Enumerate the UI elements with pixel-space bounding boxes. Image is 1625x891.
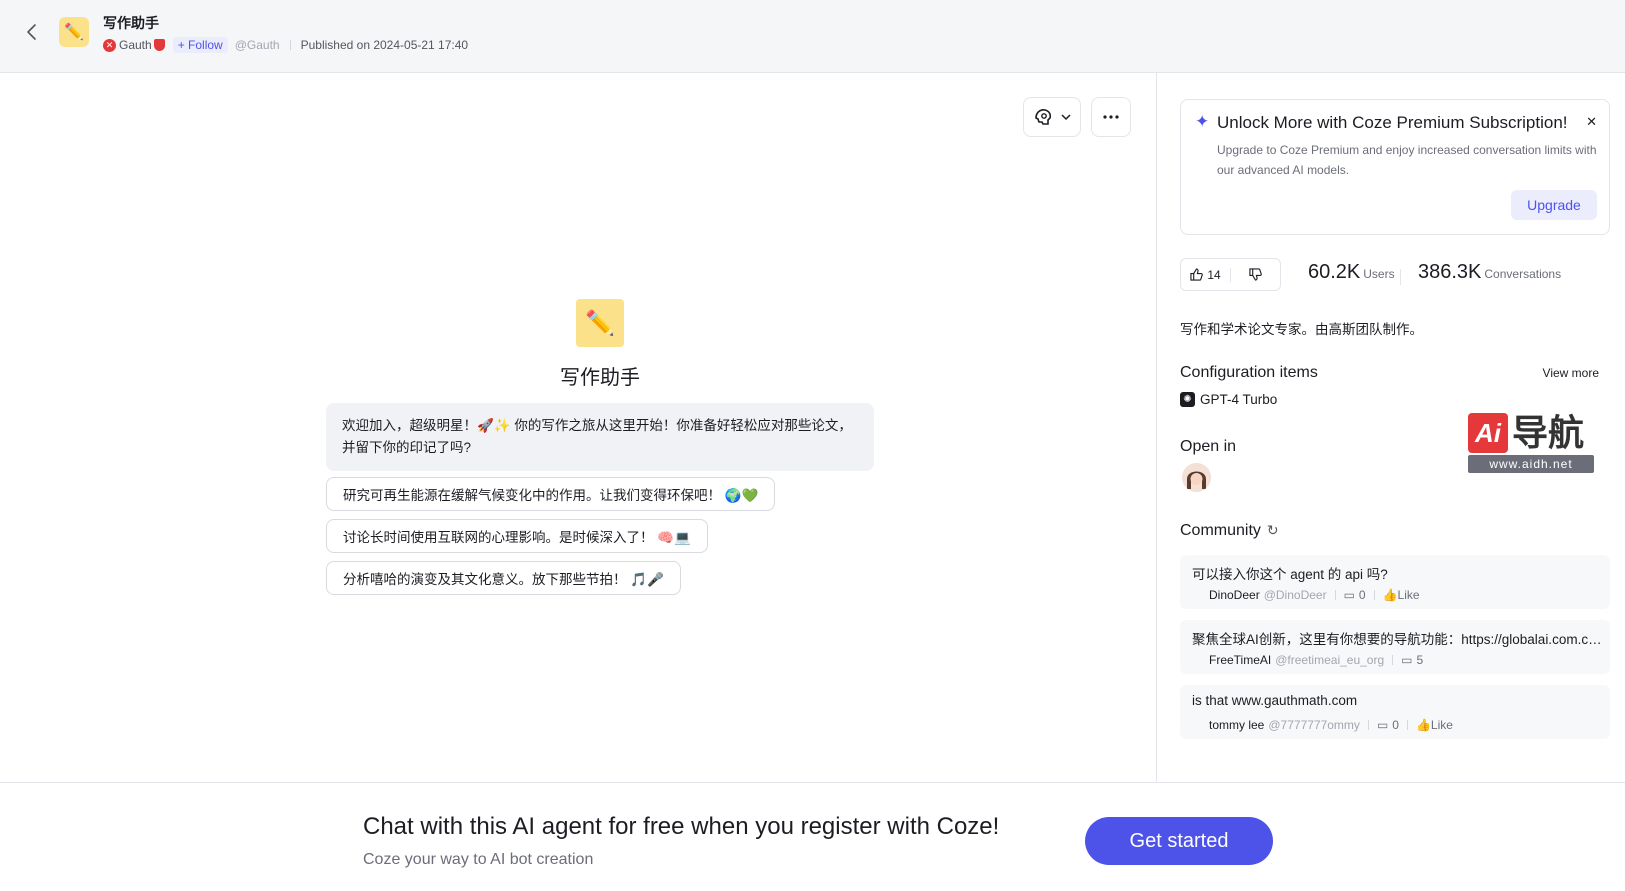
thumbs-down-icon [1249,268,1262,281]
upgrade-button[interactable]: Upgrade [1511,190,1597,220]
comment-icon: ▭ [1343,588,1355,602]
more-dots-icon [1103,115,1119,119]
post-text: 可以接入你这个 agent 的 api 吗? [1192,567,1388,582]
author-avatar-icon: ✕ [103,38,116,52]
post-meta: tommy lee @7777777ommy ▭ 0 👍Like [1209,718,1453,732]
promo-title: Unlock More with Coze Premium Subscripti… [1217,113,1568,132]
open-in-title: Open in [1180,438,1237,455]
watermark-cn: 导航 [1512,412,1585,453]
cta-title: Chat with this AI agent for free when yo… [363,813,1000,840]
follow-button[interactable]: + Follow [172,37,228,53]
promo-text: Upgrade to Coze Premium and enjoy increa… [1217,143,1597,177]
config-title: Configuration items [1180,364,1318,381]
divider [1400,269,1401,285]
like-button[interactable]: 14 [1181,259,1230,290]
post-text: 聚焦全球AI创新，这里有你想要的导航功能：https://globalai.co… [1192,632,1602,647]
bot-name-heading: 写作助手 [560,367,640,389]
community-post[interactable]: is that www.gauthmath.com tommy lee @777… [1180,685,1610,739]
like-link[interactable]: 👍Like [1383,588,1420,602]
divider [1373,590,1375,600]
watermark-logo: Ai 导航 www.aidh.net [1468,413,1594,477]
vote-group: 14 [1180,258,1281,291]
like-count: 14 [1207,267,1221,282]
divider [1392,655,1394,665]
verified-shield-icon [153,39,165,51]
post-handle: @DinoDeer [1263,588,1327,602]
author-handle: @Gauth [234,38,280,52]
ai-logo-icon: Ai [1468,413,1508,453]
author-name[interactable]: Gauth [119,38,152,52]
community-post[interactable]: 可以接入你这个 agent 的 api 吗? DinoDeer @DinoDee… [1180,555,1610,609]
bot-avatar-large: ✏️ [576,299,624,347]
sparkle-icon: ✦ [1195,112,1210,131]
post-handle: @freetimeai_eu_org [1275,653,1385,667]
community-post[interactable]: 聚焦全球AI创新，这里有你想要的导航功能：https://globalai.co… [1180,620,1610,674]
cta-subtitle: Coze your way to AI bot creation [363,851,594,868]
watermark-url: www.aidh.net [1468,455,1594,473]
chat-area: ✏️ 写作助手 欢迎加入，超级明星！🚀✨ 你的写作之旅从这里开始！你准备好轻松应… [0,73,1157,782]
comment-count: 0 [1358,588,1366,602]
community-title-text: Community [1180,522,1261,539]
comment-count: 5 [1416,653,1424,667]
bot-info-sidebar: ✦ Unlock More with Coze Premium Subscrip… [1158,73,1625,782]
close-icon[interactable]: ✕ [1586,114,1597,130]
post-user[interactable]: DinoDeer [1209,588,1260,602]
conversations-count: 386.3K [1418,261,1482,283]
pencil-icon: ✏️ [64,24,84,41]
divider [1334,590,1336,600]
more-options-button[interactable] [1091,97,1131,137]
model-item: ✺ GPT-4 Turbo [1180,392,1277,407]
comment-count: 0 [1392,718,1399,732]
dislike-button[interactable] [1231,259,1280,290]
divider [1406,720,1408,730]
publish-date: Published on 2024-05-21 17:40 [300,38,469,52]
comment-icon: ▭ [1376,718,1389,732]
model-name: GPT-4 Turbo [1200,392,1278,407]
chevron-down-icon [1061,114,1071,121]
welcome-message: 欢迎加入，超级明星！🚀✨ 你的写作之旅从这里开始！你准备好轻松应对那些论文，并留… [326,403,874,471]
conversations-stat: 386.3K Conversations [1418,261,1561,284]
like-link[interactable]: 👍Like [1416,718,1453,732]
view-more-link[interactable]: View more [1543,366,1599,380]
meta-row: ✕ Gauth + Follow @Gauth Published on 202… [103,37,468,53]
get-started-button[interactable]: Get started [1085,817,1273,865]
suggestion-chip[interactable]: 研究可再生能源在缓解气候变化中的作用。让我们变得环保吧！ 🌍💚 [326,477,776,511]
divider [289,40,291,50]
open-in-app-avatar[interactable] [1182,463,1211,492]
thumbs-up-icon [1190,268,1204,281]
signup-banner: Chat with this AI agent for free when yo… [0,782,1625,891]
community-title: Community ↻ [1180,522,1279,540]
premium-promo-card: ✦ Unlock More with Coze Premium Subscrip… [1180,99,1610,235]
pencil-icon: ✏️ [585,309,615,337]
bot-title: 写作助手 [103,15,159,31]
post-meta: DinoDeer @DinoDeer ▭ 0 👍Like [1209,588,1420,602]
users-count: 60.2K [1308,261,1361,283]
back-arrow-icon[interactable] [22,22,42,42]
bot-avatar: ✏️ [59,17,89,47]
users-label: Users [1363,267,1395,281]
post-meta: FreeTimeAI @freetimeai_eu_org ▭ 5 [1209,653,1423,667]
brain-icon [1035,109,1052,125]
model-switch-button[interactable] [1023,97,1081,137]
users-stat: 60.2K Users [1308,261,1395,284]
post-user[interactable]: tommy lee [1209,718,1264,732]
girl-avatar-icon [1182,463,1211,492]
comment-icon: ▭ [1401,653,1413,667]
post-handle: @7777777ommy [1268,718,1360,732]
suggestion-chip[interactable]: 分析嘻哈的演变及其文化意义。放下那些节拍！ 🎵🎤 [326,561,681,595]
post-user[interactable]: FreeTimeAI [1209,653,1271,667]
bot-description: 写作和学术论文专家。由高斯团队制作。 [1180,322,1423,337]
refresh-icon[interactable]: ↻ [1267,522,1279,539]
post-text: is that www.gauthmath.com [1192,693,1358,708]
suggestion-chip[interactable]: 讨论长时间使用互联网的心理影响。是时候深入了！ 🧠💻 [326,519,708,553]
divider [1367,720,1369,730]
openai-icon: ✺ [1180,392,1195,407]
conversations-label: Conversations [1484,267,1562,281]
top-bar: ✏️ 写作助手 ✕ Gauth + Follow @Gauth Publishe… [0,0,1625,73]
